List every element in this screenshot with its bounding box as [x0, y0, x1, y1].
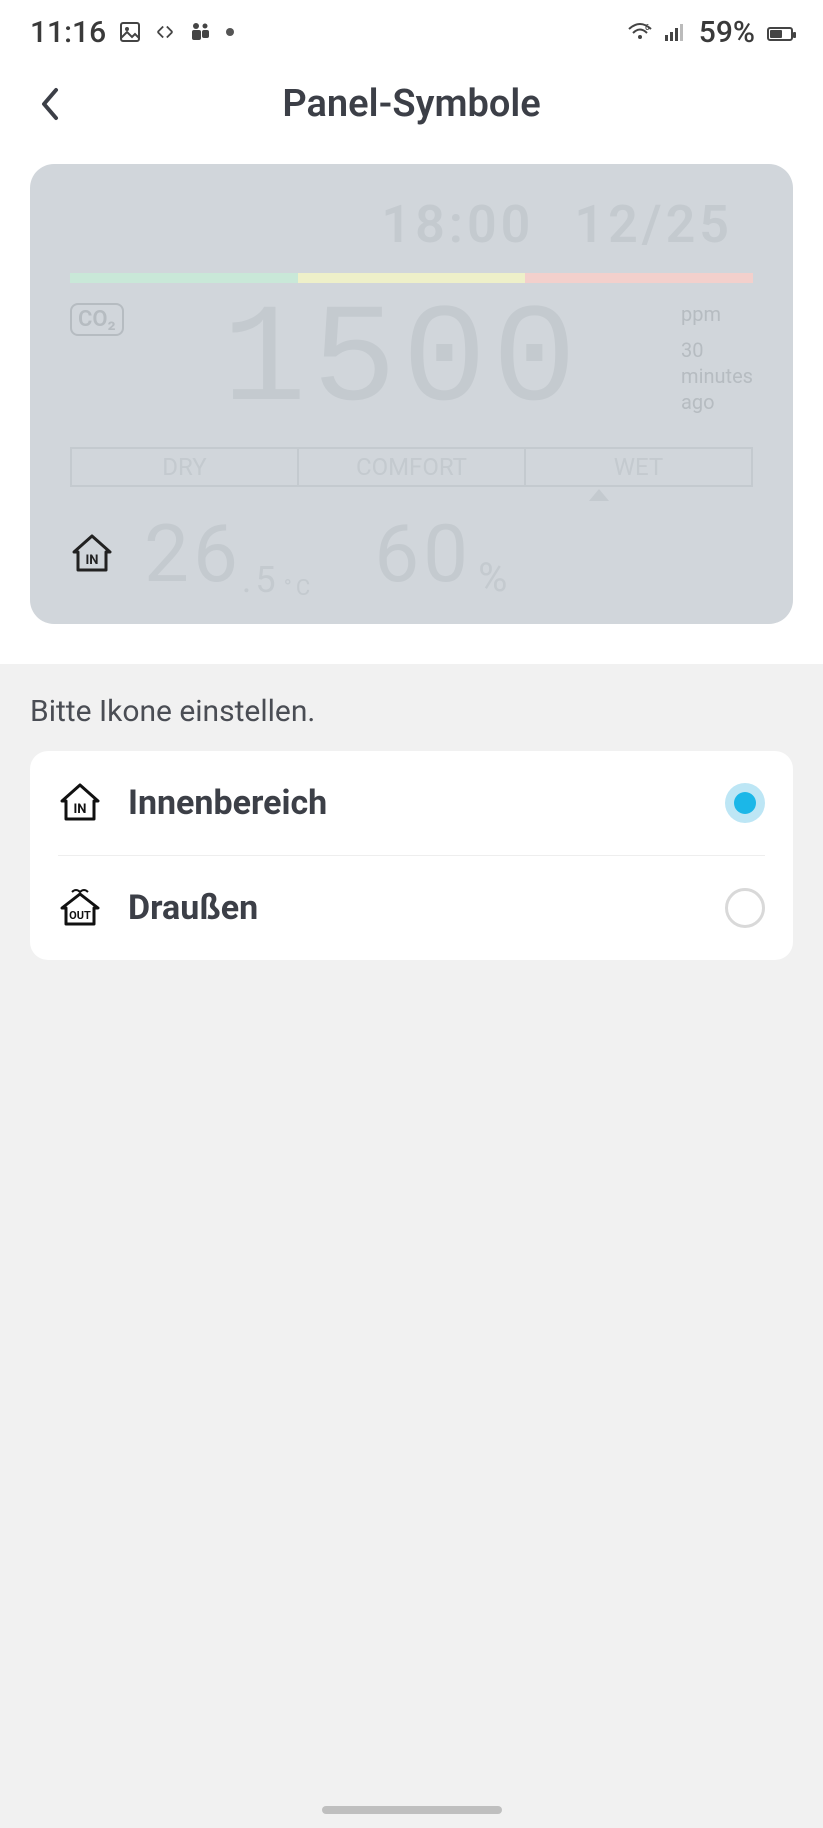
notification-dot-icon: [226, 28, 234, 36]
preview-time: 18:00: [381, 194, 534, 255]
co2-unit: ppm: [681, 301, 753, 327]
status-time: 11:16: [30, 15, 106, 50]
co2-label-icon: CO₂: [70, 303, 124, 336]
temperature-decimal: .5: [242, 559, 280, 601]
radio-selected-icon: [725, 783, 765, 823]
temperature-value: 26: [144, 507, 242, 601]
battery-icon: [767, 15, 793, 50]
scale-dry: DRY: [72, 449, 297, 485]
scale-wet: WET: [524, 449, 751, 485]
status-left: 11:16: [30, 15, 234, 50]
preview-date: 12/25: [574, 194, 733, 255]
option-indoor-label: Innenbereich: [128, 783, 699, 823]
svg-text:IN: IN: [74, 802, 87, 817]
device-preview-panel: 18:00 12/25 CO₂ 1500 ppm 30 minutes ago …: [30, 164, 793, 624]
outdoor-option-icon: OUT: [58, 886, 102, 930]
selection-section: Bitte Ikone einstellen. IN Innenbereich …: [0, 664, 823, 1828]
humidity-unit: %: [478, 554, 511, 601]
app-header: Panel-Symbole: [0, 64, 823, 144]
signal-icon: [665, 23, 687, 41]
temperature-unit: °C: [284, 576, 315, 601]
option-outdoor[interactable]: OUT Draußen: [58, 855, 765, 960]
radio-unselected-icon: [725, 888, 765, 928]
status-bar: 11:16 6 59%: [0, 0, 823, 64]
sync-icon: [154, 21, 176, 43]
svg-text:IN: IN: [86, 553, 99, 568]
scale-pointer-icon: [589, 489, 609, 501]
options-card: IN Innenbereich OUT Draußen: [30, 751, 793, 960]
gallery-icon: [118, 20, 142, 44]
humidity-scale: DRY COMFORT WET: [70, 447, 753, 487]
air-quality-bar: [70, 273, 753, 283]
indoor-house-icon: IN: [70, 532, 114, 576]
page-title: Panel-Symbole: [0, 82, 823, 126]
scale-comfort: COMFORT: [297, 449, 524, 485]
co2-age-suffix: ago: [681, 389, 753, 415]
option-outdoor-label: Draußen: [128, 888, 699, 928]
preview-container: 18:00 12/25 CO₂ 1500 ppm 30 minutes ago …: [0, 144, 823, 664]
teams-icon: [188, 20, 214, 44]
option-indoor[interactable]: IN Innenbereich: [30, 751, 793, 855]
co2-age-number: 30: [681, 337, 753, 363]
svg-text:OUT: OUT: [69, 909, 91, 922]
svg-text:6: 6: [645, 23, 650, 32]
co2-value: 1500: [144, 293, 661, 433]
home-indicator[interactable]: [322, 1806, 502, 1814]
co2-age-unit: minutes: [681, 363, 753, 389]
instruction-text: Bitte Ikone einstellen.: [30, 694, 793, 729]
battery-percentage: 59%: [699, 15, 755, 50]
status-right: 6 59%: [627, 15, 793, 50]
back-button[interactable]: [30, 84, 70, 124]
chevron-left-icon: [38, 86, 62, 122]
indoor-option-icon: IN: [58, 781, 102, 825]
humidity-value: 60: [374, 507, 472, 601]
wifi-icon: 6: [627, 22, 653, 42]
co2-meta: ppm 30 minutes ago: [681, 301, 753, 415]
